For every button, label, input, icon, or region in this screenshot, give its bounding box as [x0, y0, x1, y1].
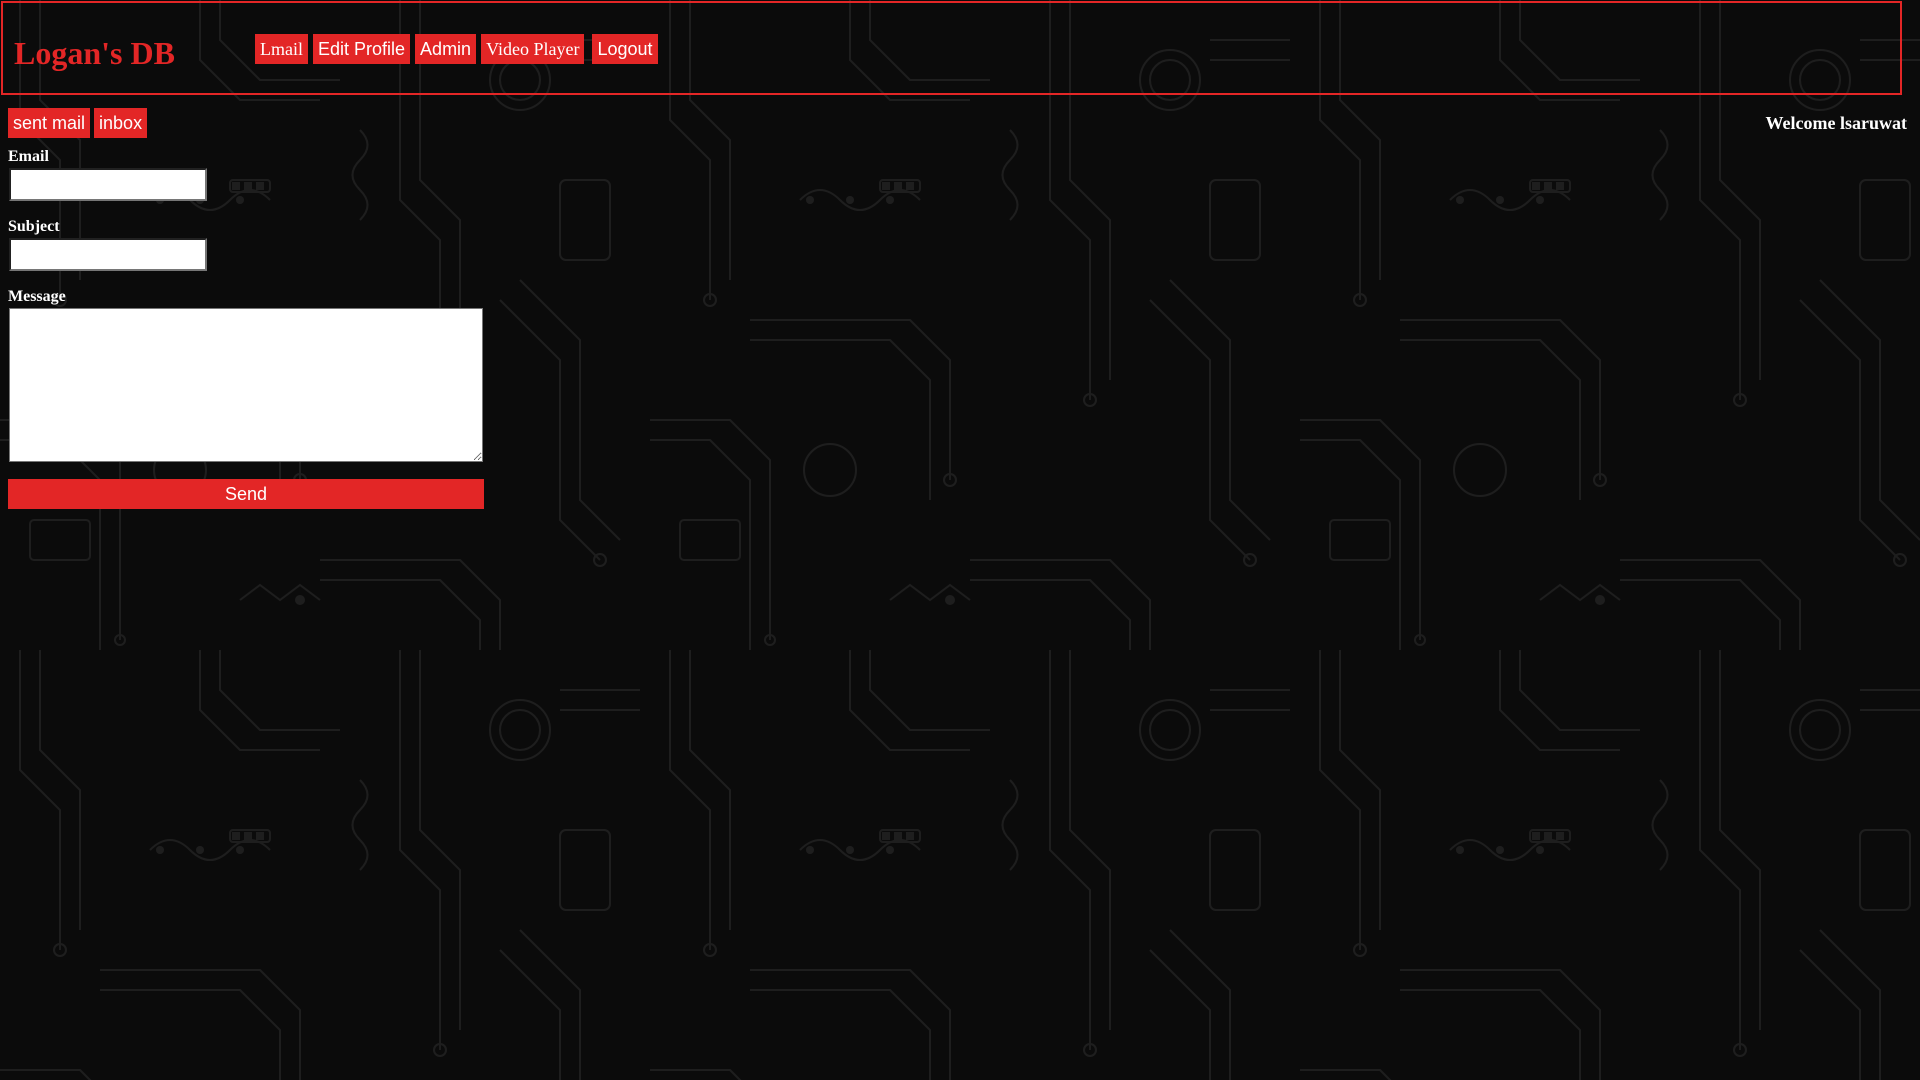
compose-mail-form: Email Subject Message Send [8, 148, 484, 509]
message-label: Message [8, 288, 66, 305]
welcome-message: Welcome lsaruwat [1766, 112, 1907, 134]
nav-lmail-button[interactable]: Lmail [255, 34, 308, 64]
email-label: Email [8, 148, 49, 165]
email-field[interactable] [9, 168, 207, 201]
nav-edit-profile-button[interactable]: Edit Profile [313, 34, 411, 64]
mail-tabs: sent mail inbox [8, 108, 148, 138]
site-title: Logan's DB [14, 35, 175, 71]
sent-mail-button[interactable]: sent mail [8, 108, 91, 138]
welcome-username: lsaruwat [1840, 113, 1907, 133]
subject-label: Subject [8, 218, 60, 235]
subject-field[interactable] [9, 238, 207, 271]
nav-admin-button[interactable]: Admin [415, 34, 477, 64]
send-button[interactable]: Send [8, 479, 484, 509]
inbox-button[interactable]: inbox [94, 108, 148, 138]
nav-logout-button[interactable]: Logout [592, 34, 658, 64]
welcome-prefix: Welcome [1765, 113, 1840, 133]
main-nav: Lmail Edit Profile Admin Video Player Lo… [255, 34, 658, 64]
site-header: Logan's DB Lmail Edit Profile Admin Vide… [1, 1, 1902, 95]
message-textarea[interactable] [9, 308, 483, 462]
nav-video-player-button[interactable]: Video Player [481, 34, 585, 64]
